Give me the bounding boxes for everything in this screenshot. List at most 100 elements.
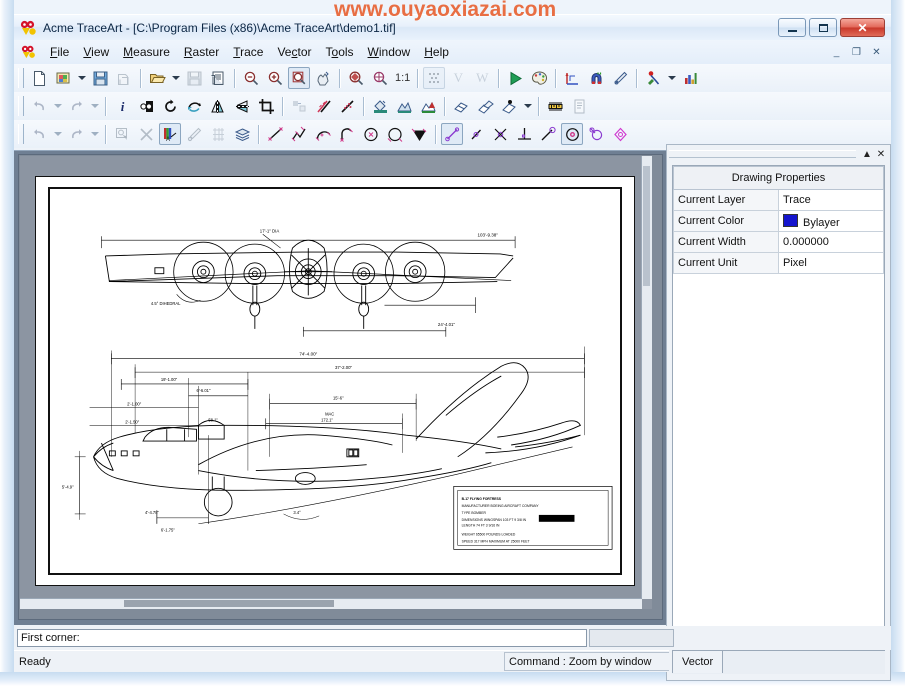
snap-node-icon[interactable] [609,123,631,145]
note-page-icon[interactable] [568,95,590,117]
select-arrow-box-icon[interactable] [111,123,133,145]
open-folder-icon[interactable] [146,67,168,89]
menu-item-file[interactable]: FFileile [43,43,76,61]
maximize-button[interactable] [809,18,837,37]
canvas-vertical-scrollbar[interactable] [641,156,652,599]
mirror-horizontal-icon[interactable] [231,95,253,117]
draw-arc-3pt-icon[interactable] [336,123,358,145]
ruler-scale-icon[interactable] [544,95,566,117]
menu-item-tools[interactable]: Tools [319,43,361,61]
color-pin-dropdown[interactable] [665,67,678,89]
paint-bucket-icon[interactable] [369,95,391,117]
redo-dropdown[interactable] [88,123,101,145]
threshold-hill-icon[interactable] [393,95,415,117]
open-folder-dropdown[interactable] [169,67,182,89]
eraser-point-icon[interactable] [498,95,520,117]
open-image-icon[interactable] [52,67,74,89]
zoom-in-icon[interactable] [264,67,286,89]
draw-arc-icon[interactable] [312,123,334,145]
pan-hand-icon[interactable] [312,67,334,89]
menu-item-measure[interactable]: Measure [116,43,177,61]
eraser-dropdown[interactable] [521,95,534,117]
mdi-restore-button[interactable]: ❐ [847,44,866,61]
dock-collapse-icon[interactable]: ▲ [860,148,874,161]
delete-x-icon[interactable] [135,123,157,145]
command-extra-field[interactable] [589,629,674,647]
document-canvas[interactable]: 103'-9.38" 17'-1" DIA 4.5° DIHEDRAL 24'-… [20,156,652,609]
redo-arrow-icon[interactable] [65,95,87,117]
crop-icon[interactable] [255,95,277,117]
redo-dropdown[interactable] [88,95,101,117]
document-logo-icon[interactable] [21,45,37,59]
undo-arrow-icon[interactable] [28,95,50,117]
snap-intersection-icon[interactable] [489,123,511,145]
info-icon[interactable]: i [111,95,133,117]
snap-perpendicular-icon[interactable] [513,123,535,145]
rotate-free-icon[interactable] [183,95,205,117]
mirror-vertical-icon[interactable] [207,95,229,117]
toolbar-grip[interactable] [18,68,24,88]
close-button[interactable]: ✕ [840,18,885,37]
magic-wand-icon[interactable] [183,123,205,145]
despeckle-lines-icon[interactable] [312,95,334,117]
smooth-lines-icon[interactable] [336,95,358,117]
layers-stack-icon[interactable] [231,123,253,145]
close-image-icon[interactable] [113,67,135,89]
rotate-arrow-icon[interactable] [159,95,181,117]
undo-arrow-icon[interactable] [28,123,50,145]
palette-icon[interactable] [528,67,550,89]
vector-view-icon[interactable]: V [447,67,469,89]
undo-dropdown[interactable] [51,95,64,117]
mdi-close-button[interactable]: ✕ [867,44,886,61]
property-value-current-color[interactable]: Bylayer [778,210,884,232]
menu-item-view[interactable]: View [76,43,116,61]
magnet-snap-icon[interactable] [585,67,607,89]
draw-circle-icon[interactable] [360,123,382,145]
open-image-dropdown[interactable] [75,67,88,89]
histogram-icon[interactable] [679,67,701,89]
undo-dropdown[interactable] [51,123,64,145]
dock-title-grip[interactable]: ▲ ✕ [669,147,888,161]
zoom-window-icon[interactable] [288,67,310,89]
draw-line-icon[interactable] [264,123,286,145]
eraser-area-icon[interactable] [474,95,496,117]
raster-dots-icon[interactable] [423,67,446,89]
toolbar-grip[interactable] [18,96,24,116]
property-value-current-width[interactable]: 0.000000 [778,231,884,253]
color-pin-icon[interactable] [642,67,664,89]
snap-center-icon[interactable] [561,123,583,145]
redo-arrow-icon[interactable] [65,123,87,145]
snap-endpoint-icon[interactable] [441,123,463,145]
mesh-net-icon[interactable] [207,123,229,145]
draw-solid-fill-icon[interactable] [408,123,430,145]
print-icon[interactable] [207,67,229,89]
recolor-icon[interactable] [417,95,439,117]
pick-pen-icon[interactable] [609,67,631,89]
tab-vector[interactable]: Vector [672,650,724,673]
resample-icon[interactable] [288,95,310,117]
property-value-current-layer[interactable]: Trace [778,189,884,211]
zoom-extents-icon[interactable] [345,67,367,89]
snap-midpoint-icon[interactable] [465,123,487,145]
invert-circles-icon[interactable] [135,95,157,117]
dock-close-icon[interactable]: ✕ [874,148,888,161]
zoom-ratio-label[interactable]: 1:1 [392,72,413,84]
wireframe-view-icon[interactable]: W [471,67,493,89]
document-window[interactable]: 103'-9.38" 17'-1" DIA 4.5° DIHEDRAL 24'-… [18,154,663,620]
draw-polyline-icon[interactable] [288,123,310,145]
snap-quadrant-icon[interactable] [585,123,607,145]
zoom-all-icon[interactable] [369,67,391,89]
ortho-axes-icon[interactable] [561,67,583,89]
canvas-horizontal-scrollbar[interactable] [20,598,642,609]
zoom-out-icon[interactable] [240,67,262,89]
save-image-icon[interactable] [89,67,111,89]
toolbar-grip[interactable] [18,124,24,144]
save-disk-icon[interactable] [183,67,205,89]
layer-colors-icon[interactable]: A [159,123,181,145]
property-value-current-unit[interactable]: Pixel [778,252,884,274]
menu-item-raster[interactable]: Raster [177,43,226,61]
draw-circle-2pt-icon[interactable] [384,123,406,145]
minimize-button[interactable] [778,18,806,37]
new-icon[interactable] [28,67,50,89]
menu-item-help[interactable]: Help [417,43,456,61]
